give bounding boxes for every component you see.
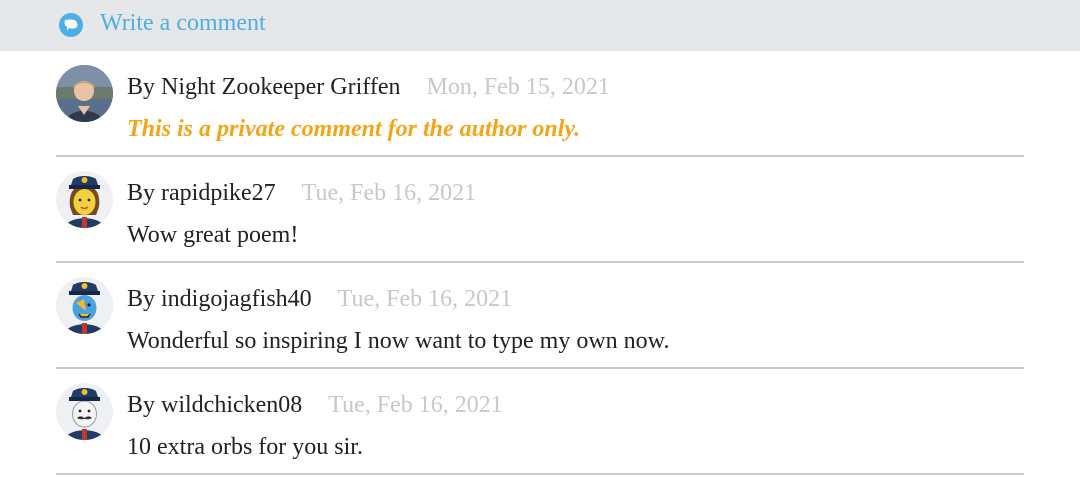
- comment-author[interactable]: By Night Zookeeper Griffen: [127, 74, 400, 100]
- comment-text: Wonderful so inspiring I now want to typ…: [127, 328, 670, 354]
- photo-avatar[interactable]: [56, 65, 113, 122]
- comment-meta: By rapidpike27 Tue, Feb 16, 2021: [127, 177, 476, 209]
- comment-author[interactable]: By rapidpike27: [127, 180, 276, 206]
- comment-text: This is a private comment for the author…: [127, 116, 581, 142]
- comment-date: Tue, Feb 16, 2021: [337, 286, 513, 312]
- comment-item: By indigojagfish40 Tue, Feb 16, 2021 Wond…: [56, 263, 1024, 369]
- zookeeper-blue-avatar[interactable]: [56, 277, 113, 334]
- comment-meta: By Night Zookeeper Griffen Mon, Feb 15, 2…: [127, 71, 610, 103]
- write-comment-button[interactable]: Write a comment: [0, 0, 1080, 51]
- comment-text: Wow great poem!: [127, 222, 299, 248]
- zookeeper-girl-avatar[interactable]: [56, 171, 113, 228]
- comment-bubble-icon: [58, 12, 84, 38]
- comment-date: Tue, Feb 16, 2021: [301, 180, 477, 206]
- comment-date: Mon, Feb 15, 2021: [426, 74, 610, 100]
- comment-item: By wildchicken08 Tue, Feb 16, 2021 10 ext…: [56, 369, 1024, 475]
- zookeeper-moustache-avatar[interactable]: [56, 383, 113, 440]
- comment-item: By rapidpike27 Tue, Feb 16, 2021 Wow grea…: [56, 157, 1024, 263]
- comment-text: 10 extra orbs for you sir.: [127, 434, 363, 460]
- comment-author[interactable]: By indigojagfish40: [127, 286, 312, 312]
- comment-meta: By indigojagfish40 Tue, Feb 16, 2021: [127, 283, 512, 315]
- comment-list: By Night Zookeeper Griffen Mon, Feb 15, 2…: [0, 51, 1080, 475]
- comment-meta: By wildchicken08 Tue, Feb 16, 2021: [127, 389, 503, 421]
- comment-author[interactable]: By wildchicken08: [127, 392, 302, 418]
- comment-item: By Night Zookeeper Griffen Mon, Feb 15, 2…: [56, 51, 1024, 157]
- write-comment-label: Write a comment: [100, 9, 266, 36]
- comment-date: Tue, Feb 16, 2021: [328, 392, 503, 418]
